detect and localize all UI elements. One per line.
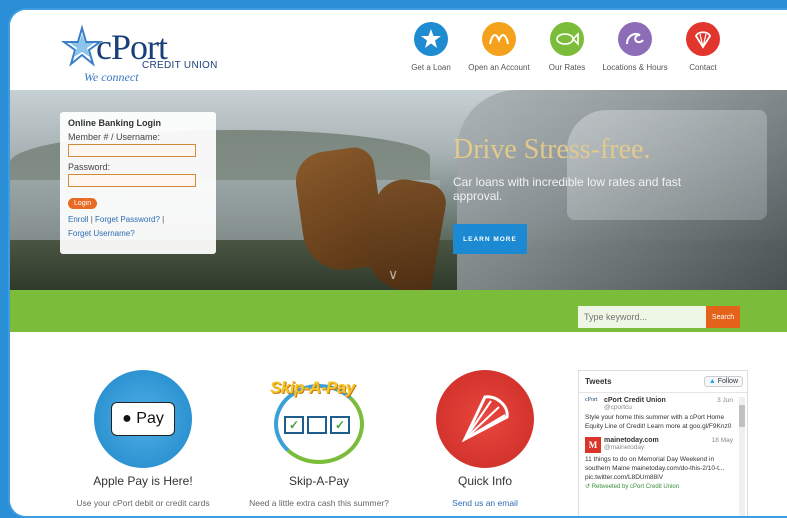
page-frame: cPort CREDIT UNION We connect Get a Loan… [8, 8, 787, 518]
feature-title: Quick Info [457, 474, 513, 488]
member-label: Member # / Username: [68, 132, 161, 142]
login-button[interactable]: Login [68, 198, 98, 209]
tweet-author-name[interactable]: mainetoday.com [604, 437, 659, 444]
tweet-item[interactable]: cPort cPort Credit Union @cportcu 3 Jun … [585, 397, 733, 431]
feature-apple-pay[interactable]: ● Pay Apple Pay is Here! Use your cPort … [58, 370, 228, 508]
avatar: M [585, 437, 601, 453]
tweets-header: Tweets ▲ Follow [579, 371, 747, 393]
enroll-link[interactable]: Enroll [68, 215, 88, 224]
tweets-widget: Tweets ▲ Follow cPort cPort Credit Union… [578, 370, 748, 516]
scallop-shell-icon [436, 370, 534, 468]
logo-subtitle: CREDIT UNION [142, 60, 218, 71]
tweet-text: Style your home this summer with a cPort… [585, 414, 732, 430]
tweet-handle[interactable]: @cportcu [604, 404, 666, 411]
password-input[interactable] [68, 174, 196, 187]
skip-a-pay-badge-text: Skip-A-Pay [270, 378, 355, 397]
apple-pay-badge-text: Pay [136, 410, 164, 427]
nav-label: Our Rates [548, 63, 586, 72]
hero-title: Drive Stress-free. [453, 134, 651, 165]
site-header: cPort CREDIT UNION We connect Get a Loan… [10, 10, 787, 90]
online-banking-login: Online Banking Login Member # / Username… [60, 112, 216, 254]
wave-icon [618, 22, 652, 56]
twitter-bird-icon: ▲ [708, 378, 716, 385]
tweet-item[interactable]: M mainetoday.com @mainetoday 18 May 11 t… [585, 437, 733, 490]
follow-label: Follow [717, 378, 738, 385]
retweet-icon: ↺ [585, 484, 591, 490]
login-title: Online Banking Login [68, 118, 161, 128]
feature-skip-a-pay[interactable]: Skip-A-Pay ✓ ✓ Skip-A-Pay Need a little … [234, 370, 404, 508]
nav-open-an-account[interactable]: Open an Account [465, 22, 533, 72]
tweet-text: 11 things to do on Memorial Day Weekend … [585, 456, 725, 481]
tweets-title: Tweets [585, 377, 612, 386]
checkmark-icon: ✓ [284, 416, 304, 434]
nav-contact[interactable]: Contact [669, 22, 737, 72]
tweets-scrollbar[interactable] [739, 397, 745, 516]
nav-get-a-loan[interactable]: Get a Loan [397, 22, 465, 72]
forget-username-link[interactable]: Forget Username? [68, 229, 135, 238]
feature-quick-info[interactable]: Quick Info Send us an email [400, 370, 570, 508]
nav-our-rates[interactable]: Our Rates [533, 22, 601, 72]
cport-logo[interactable]: cPort CREDIT UNION We connect [60, 24, 220, 84]
nav-label: Locations & Hours [602, 63, 668, 72]
tweets-list: cPort cPort Credit Union @cportcu 3 Jun … [579, 393, 747, 516]
tweet-date[interactable]: 18 May [712, 437, 733, 444]
fish-icon [550, 22, 584, 56]
main-nav: Get a Loan Open an Account Our Rates Loc… [397, 22, 737, 72]
tweet-date[interactable]: 3 Jun [717, 397, 733, 404]
forget-password-link[interactable]: Forget Password? [95, 215, 160, 224]
chevron-down-icon[interactable]: ∨ [388, 266, 398, 283]
login-links: Enroll | Forget Password? | Forget Usern… [68, 215, 165, 238]
tweet-handle[interactable]: @mainetoday [604, 444, 659, 451]
skip-a-pay-icon: Skip-A-Pay ✓ ✓ [264, 370, 374, 468]
empty-box-icon [307, 416, 327, 434]
avatar: cPort [585, 397, 598, 403]
apple-logo-icon: ● [122, 410, 132, 427]
nav-label: Contact [689, 63, 717, 72]
password-label: Password: [68, 162, 111, 172]
checkmark-icon: ✓ [330, 416, 350, 434]
feature-title: Skip-A-Pay [288, 474, 350, 488]
send-email-link[interactable]: Send us an email [400, 498, 570, 508]
search-input[interactable] [578, 306, 706, 328]
feature-text: Use your cPort debit or credit cards [76, 498, 210, 508]
starfish-icon [414, 22, 448, 56]
tweet-author-name[interactable]: cPort Credit Union [604, 397, 666, 404]
feature-text: Need a little extra cash this summer? [249, 498, 389, 508]
logo-tagline: We connect [84, 70, 139, 84]
retweet-text: Retweeted by cPort Credit Union [591, 484, 680, 490]
apple-pay-icon: ● Pay [94, 370, 192, 468]
learn-more-button[interactable]: LEARN MORE [453, 224, 527, 254]
search-button[interactable]: Search [706, 306, 740, 328]
nav-label: Get a Loan [411, 63, 451, 72]
nav-label: Open an Account [468, 63, 530, 72]
member-username-input[interactable] [68, 144, 196, 157]
shell-icon [482, 22, 516, 56]
hero-text: Car loans with incredible low rates and … [453, 175, 682, 203]
follow-button[interactable]: ▲ Follow [703, 376, 743, 387]
scallop-icon [686, 22, 720, 56]
feature-title: Apple Pay is Here! [93, 474, 193, 488]
nav-locations-hours[interactable]: Locations & Hours [601, 22, 669, 72]
